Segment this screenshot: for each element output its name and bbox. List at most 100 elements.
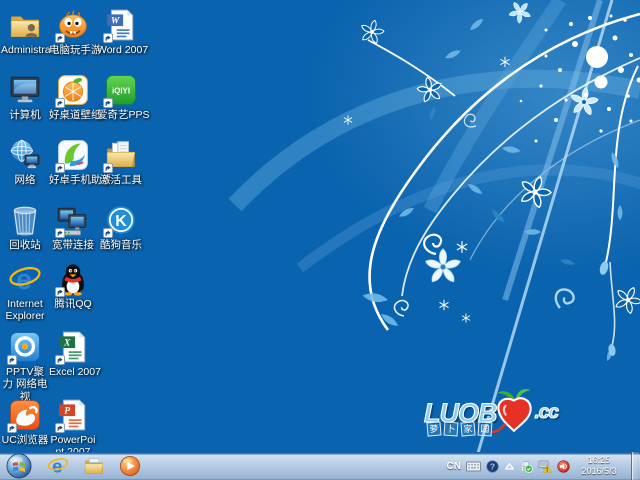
desktop-icon-excel-2007[interactable]: X Excel 2007 — [49, 330, 97, 378]
shortcut-arrow-icon — [103, 98, 113, 108]
windows-start-icon — [6, 453, 32, 479]
desktop-icon-label: Administra... — [1, 44, 49, 56]
shortcut-arrow-icon — [103, 228, 113, 238]
svg-text:iQIYI: iQIYI — [112, 87, 130, 96]
action-center-flag-icon[interactable] — [520, 460, 533, 473]
stamp-char: 萝 — [426, 421, 441, 436]
desktop-icon-activation-tools[interactable]: 激活工具 — [97, 138, 145, 186]
powerpoint-document-icon: P — [56, 398, 90, 432]
desktop-icon-powerpoint-2007[interactable]: P PowerPoint 2007 — [49, 398, 97, 459]
desktop-icon-label: 宽带连接 — [49, 239, 97, 251]
shortcut-arrow-icon — [55, 355, 65, 365]
phone-assistant-icon — [56, 138, 90, 172]
stamp-char: 园 — [478, 422, 493, 437]
show-desktop-button[interactable] — [631, 452, 639, 480]
taskbar-explorer-button[interactable] — [78, 454, 110, 478]
desktop-icon-label: 激活工具 — [97, 174, 145, 186]
desktop-icon-label: 计算机 — [1, 109, 49, 121]
desktop-icon-pc-mobile-games[interactable]: 电脑玩手游 — [49, 8, 97, 56]
stamp-char: 卜 — [444, 422, 459, 437]
volume-red-icon[interactable] — [557, 460, 570, 473]
broadband-monitors-icon — [56, 203, 90, 237]
desktop-icon-haozhuodao-wallpaper[interactable]: 好桌道壁纸 — [49, 73, 97, 121]
game-monster-icon — [56, 8, 90, 42]
svg-text:P: P — [64, 406, 70, 417]
svg-text:X: X — [63, 338, 71, 349]
desktop-icon-uc-browser[interactable]: UC浏览器 — [1, 398, 49, 446]
shortcut-arrow-icon — [55, 228, 65, 238]
folder-with-files-icon — [104, 138, 138, 172]
help-icon[interactable]: ? — [486, 460, 499, 473]
user-folder-icon — [8, 8, 42, 42]
taskbar: e CN — [0, 452, 640, 480]
desktop-icon-internet-explorer[interactable]: e Internet Explorer — [1, 262, 49, 323]
word-document-icon: W — [104, 8, 138, 42]
stamp-char: 家 — [460, 421, 475, 436]
excel-document-icon: X — [56, 330, 90, 364]
desktop-icon-label: UC浏览器 — [1, 434, 49, 446]
shortcut-arrow-icon — [55, 98, 65, 108]
desktop-icon-label: 网络 — [1, 174, 49, 186]
tray-clock[interactable]: 16:25 2016/5/3 — [575, 455, 623, 478]
shortcut-arrow-icon — [55, 33, 65, 43]
desktop-icon-computer[interactable]: 计算机 — [1, 73, 49, 121]
system-tray: CN ? — [447, 452, 640, 480]
desktop-icon-label: 腾讯QQ — [49, 298, 97, 310]
desktop-icon-kugou-music[interactable]: K 酷狗音乐 — [97, 203, 145, 251]
desktop-icon-administrator[interactable]: Administra... — [1, 8, 49, 56]
svg-text:?: ? — [490, 461, 495, 471]
shortcut-arrow-icon — [55, 163, 65, 173]
taskbar-media-player-button[interactable] — [114, 454, 146, 478]
desktop-icon-label: Word 2007 — [97, 44, 145, 56]
luobo-watermark: LUOB .cc 萝 卜 家 园 — [424, 391, 584, 445]
recycle-bin-icon — [8, 203, 42, 237]
hidden-icons-arrow-icon[interactable] — [504, 461, 515, 472]
pptv-icon — [8, 330, 42, 364]
watermark-stamp: 萝 卜 家 园 — [427, 422, 492, 436]
ie-icon: e — [8, 262, 42, 296]
computer-monitor-icon — [8, 73, 42, 107]
desktop-icon-broadband-connection[interactable]: 宽带连接 — [49, 203, 97, 251]
tray-date: 2016/5/3 — [575, 466, 623, 477]
shortcut-arrow-icon — [103, 33, 113, 43]
desktop-icon-haozhuo-phone-assistant[interactable]: 好卓手机助手 — [49, 138, 97, 186]
desktop-icon-label: 回收站 — [1, 239, 49, 251]
svg-text:K: K — [115, 213, 127, 230]
shortcut-arrow-icon — [55, 287, 65, 297]
taskbar-ie-button[interactable]: e — [42, 454, 74, 478]
shortcut-arrow-icon — [7, 423, 17, 433]
media-player-icon — [119, 455, 141, 477]
network-globe-icon — [8, 138, 42, 172]
keyboard-icon[interactable] — [466, 461, 481, 472]
desktop-icon-iqiyi-pps[interactable]: iQIYI 爱奇艺PPS — [97, 73, 145, 121]
explorer-folder-icon — [83, 455, 105, 477]
language-indicator[interactable]: CN — [447, 461, 461, 472]
desktop-icon-label: 电脑玩手游 — [49, 44, 97, 56]
desktop-icon-label: Internet Explorer — [1, 298, 49, 323]
desktop-icon-label: 好卓手机助手 — [49, 174, 97, 186]
desktop-icon-recycle-bin[interactable]: 回收站 — [1, 203, 49, 251]
qq-penguin-icon — [56, 262, 90, 296]
desktop-icon-label: 好桌道壁纸 — [49, 109, 97, 121]
desktop-icon-label: 酷狗音乐 — [97, 239, 145, 251]
desktop-icon-pptv[interactable]: PPTV聚力 网络电视 — [1, 330, 49, 403]
radish-logo-icon — [492, 387, 538, 435]
shortcut-arrow-icon — [103, 163, 113, 173]
start-button[interactable] — [6, 453, 32, 479]
desktop[interactable]: Administra... 电脑玩手游 W — [0, 0, 640, 480]
desktop-icon-word-2007[interactable]: W Word 2007 — [97, 8, 145, 56]
tangerine-wallpaper-icon — [56, 73, 90, 107]
shortcut-arrow-icon — [55, 423, 65, 433]
iqiyi-icon: iQIYI — [104, 73, 138, 107]
network-warning-icon[interactable] — [538, 460, 552, 473]
shortcut-arrow-icon — [7, 355, 17, 365]
watermark-suffix-text: .cc — [535, 402, 558, 424]
desktop-icon-network[interactable]: 网络 — [1, 138, 49, 186]
desktop-icon-label: 爱奇艺PPS — [97, 109, 145, 121]
tray-time: 16:25 — [575, 455, 623, 466]
desktop-icon-label: Excel 2007 — [49, 366, 97, 378]
ie-icon: e — [47, 455, 69, 477]
uc-squirrel-icon — [8, 398, 42, 432]
desktop-icon-tencent-qq[interactable]: 腾讯QQ — [49, 262, 97, 310]
kugou-icon: K — [104, 203, 138, 237]
